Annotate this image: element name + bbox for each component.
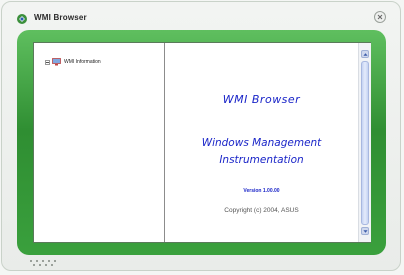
arrow-up-icon <box>362 52 368 56</box>
wmi-browser-window: WMI Browser WMI Information WMI Browser … <box>1 1 401 271</box>
scroll-down-button[interactable] <box>361 227 369 235</box>
scroll-up-button[interactable] <box>361 50 369 58</box>
app-icon <box>16 12 28 24</box>
about-subtitle-line2: Instrumentation <box>219 154 304 166</box>
title-bar[interactable]: WMI Browser <box>2 2 400 32</box>
tree-expander-icon[interactable] <box>45 59 50 65</box>
about-title: WMI Browser <box>222 93 301 106</box>
close-icon <box>377 14 383 20</box>
tree-item-wmi-information[interactable]: WMI Information <box>45 57 101 67</box>
window-title: WMI Browser <box>34 13 87 22</box>
copyright-text: Copyright (c) 2004, ASUS <box>224 207 299 214</box>
close-button[interactable] <box>374 11 386 23</box>
arrow-down-icon <box>362 229 368 233</box>
about-subtitle-line1: Windows Management <box>201 137 322 149</box>
tree-pane: WMI Information <box>34 43 165 242</box>
green-frame: WMI Information WMI Browser Windows Mana… <box>17 30 386 255</box>
scroll-thumb[interactable] <box>361 61 369 225</box>
computer-icon <box>52 58 61 66</box>
content-panel: WMI Information WMI Browser Windows Mana… <box>33 42 371 243</box>
tree-item-label: WMI Information <box>64 59 101 65</box>
resize-grip-icon[interactable] <box>28 258 64 268</box>
vertical-scrollbar[interactable] <box>358 43 371 242</box>
info-pane: WMI Browser Windows Management Instrumen… <box>165 43 358 242</box>
version-text: Version 1.00.00 <box>243 188 280 194</box>
